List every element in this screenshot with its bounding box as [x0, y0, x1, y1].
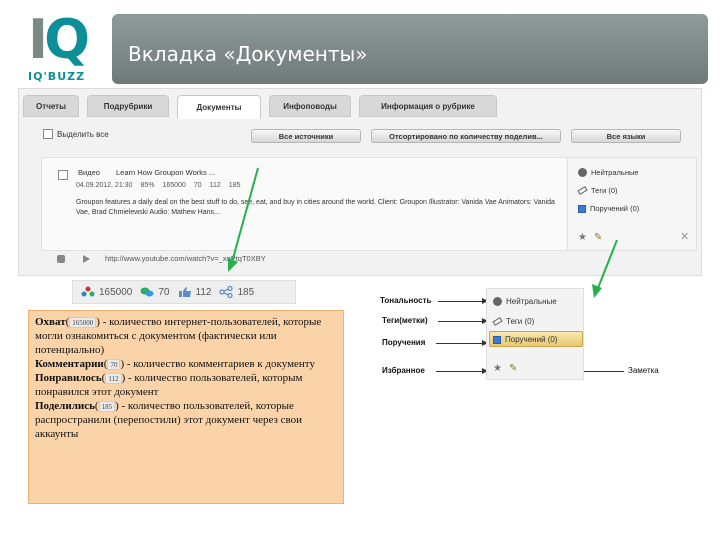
tag-icon: [577, 186, 587, 195]
select-all-checkbox[interactable]: [43, 129, 53, 139]
legend-tone-item: Нейтральные: [493, 297, 557, 306]
assignment-checkbox-icon: [578, 205, 586, 213]
legend-assign-text: Поручений (0): [505, 335, 558, 344]
iqbuzz-logo: IQ IQ'BUZZ: [18, 8, 100, 86]
tone-dot-icon: [493, 297, 502, 306]
tags-label: Теги (0): [591, 186, 618, 195]
document-url-row: http://www.youtube.com/watch?v=_xqPtqT0X…: [41, 251, 575, 269]
tab-documents[interactable]: Документы: [177, 95, 261, 119]
reach-term: Охват: [35, 316, 66, 328]
reach-icon: [81, 286, 95, 298]
reach-metric: 165000: [81, 286, 132, 298]
document-title[interactable]: Learn How Groupon Works ...: [116, 168, 215, 177]
app-screenshot: Отчеты Подрубрики Документы Инфоповоды И…: [18, 88, 702, 276]
shares-value: 185: [237, 287, 254, 298]
comments-chip: 70: [107, 359, 120, 370]
tag-icon: [492, 317, 502, 326]
comments-metric: 70: [140, 286, 169, 298]
select-all-label: Выделить все: [57, 130, 109, 139]
slide-title: Вкладка «Документы»: [128, 42, 368, 66]
title-bar: Вкладка «Документы»: [112, 14, 708, 84]
slide: IQ IQ'BUZZ Вкладка «Документы» Отчеты По…: [0, 0, 720, 540]
tone-label: Нейтральные: [591, 168, 639, 177]
document-checkbox[interactable]: [58, 170, 68, 180]
document-likes: 112: [210, 182, 221, 189]
legend-line: [436, 371, 484, 372]
document-url[interactable]: http://www.youtube.com/watch?v=_xqPtqT0X…: [105, 254, 266, 263]
likes-term: Понравилось: [35, 372, 102, 384]
documents-toolbar: Выделить все Все источники Отсортировано…: [19, 129, 703, 149]
close-icon[interactable]: ✕: [680, 230, 689, 243]
assignments-item[interactable]: Поручений (0): [578, 204, 639, 213]
document-snippet: Groupon features a daily deal on the bes…: [76, 198, 566, 218]
shares-metric: 185: [219, 286, 254, 298]
comments-term: Комментарии: [35, 358, 104, 370]
legend-assign-item: Поручений (0): [493, 335, 558, 344]
tab-subsections[interactable]: Подрубрики: [87, 95, 169, 117]
assignment-checkbox-icon: [493, 336, 501, 344]
document-shares: 185: [229, 182, 241, 189]
document-comments: 70: [194, 182, 202, 189]
thumbs-up-icon: [178, 286, 192, 298]
legend-tags-item: Теги (0): [493, 317, 534, 326]
comments-value: 70: [158, 287, 169, 298]
reach-value: 165000: [99, 287, 132, 298]
shares-chip: 185: [99, 401, 116, 412]
legend-tone-label: Тональность: [380, 296, 431, 305]
green-arrowhead: [592, 284, 602, 298]
assignments-label: Поручений (0): [590, 204, 639, 213]
metrics-strip: 165000 70 112 185: [72, 280, 296, 304]
reach-chip: 165000: [69, 317, 96, 328]
share-icon: [219, 286, 233, 298]
document-side-panel: Нейтральные Теги (0) Поручений (0) ★ ✎ ✕: [567, 157, 697, 251]
legend-tone-text: Нейтральные: [506, 297, 557, 306]
legend-line: [438, 321, 484, 322]
document-date: 04.09.2012, 21:30: [76, 182, 132, 189]
tab-news-events[interactable]: Инфоповоды: [269, 95, 351, 117]
legend-tags-text: Теги (0): [506, 317, 534, 326]
likes-value: 112: [196, 287, 212, 298]
logo-letters: IQ: [28, 10, 86, 70]
sort-dropdown[interactable]: Отсортировано по количеству поделив...: [371, 129, 561, 143]
legend-note-label: Заметка: [628, 366, 659, 375]
tone-dot-icon: [578, 168, 587, 177]
document-reach: 165000: [162, 182, 185, 189]
tone-selector[interactable]: Нейтральные: [578, 168, 639, 177]
document-percent: 85%: [140, 182, 154, 189]
likes-metric: 112: [178, 286, 212, 298]
legend-panel: Нейтральные Теги (0) Поручений (0) ★ ✎: [486, 288, 584, 380]
legend-assign-label: Поручения: [382, 338, 425, 347]
sources-dropdown[interactable]: Все источники: [251, 129, 361, 143]
legend-line: [438, 301, 484, 302]
languages-dropdown[interactable]: Все языки: [571, 129, 681, 143]
logo-subtitle: IQ'BUZZ: [28, 70, 85, 83]
favorite-star-icon: ★: [493, 363, 502, 374]
legend-line: [436, 343, 484, 344]
tab-section-info[interactable]: Информация о рубрике: [359, 95, 497, 117]
legend-favorite-label: Избранное: [382, 366, 425, 375]
favorite-star-icon[interactable]: ★: [578, 232, 587, 243]
tab-reports[interactable]: Отчеты: [23, 95, 79, 117]
document-card[interactable]: Видео Learn How Groupon Works ... 04.09.…: [41, 157, 575, 251]
shares-term: Поделились: [35, 400, 95, 412]
tags-item[interactable]: Теги (0): [578, 186, 618, 195]
legend-tags-label: Теги(метки): [382, 316, 428, 325]
metrics-explanation-note: Охват(165000) - количество интернет-поль…: [28, 310, 344, 504]
note-icon: ✎: [509, 363, 517, 374]
note-icon[interactable]: ✎: [594, 232, 602, 243]
play-icon[interactable]: [83, 255, 90, 263]
document-type: Видео: [78, 168, 100, 177]
likes-chip: 112: [105, 373, 121, 384]
document-meta: 04.09.2012, 21:30 85% 165000 70 112 185: [76, 182, 240, 189]
select-all[interactable]: Выделить все: [43, 129, 109, 139]
comments-icon: [140, 286, 154, 298]
comments-definition: - количество комментариев к документу: [124, 358, 315, 370]
lock-icon: [57, 255, 65, 263]
